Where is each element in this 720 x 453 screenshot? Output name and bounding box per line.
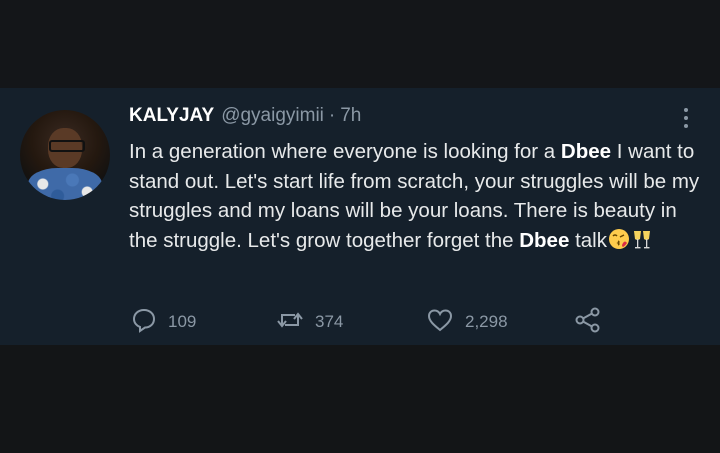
bottom-background: [0, 345, 720, 453]
display-name[interactable]: KALYJAY: [129, 105, 214, 127]
reply-icon: [131, 307, 157, 338]
header-separator: ·: [328, 105, 336, 126]
kiss-emoji-icon: [608, 228, 630, 259]
tweet-text-part: In a generation where everyone is lookin…: [129, 140, 561, 163]
more-options-icon[interactable]: [676, 104, 696, 132]
tweet-header: KALYJAY @gyaigyimii · 7h: [129, 105, 361, 131]
tweet-text-part: talk: [569, 228, 607, 252]
tweet-text-bold: Dbee: [519, 228, 570, 252]
avatar-glasses: [49, 140, 85, 152]
like-count: 2,298: [465, 312, 508, 331]
avatar-shirt: [28, 168, 102, 200]
tweet-text: In a generation where everyone is lookin…: [129, 137, 704, 258]
like-button[interactable]: 2,298: [426, 308, 508, 336]
tweet-timestamp[interactable]: 7h: [340, 105, 361, 127]
clinking-glasses-icon: [631, 228, 653, 259]
avatar[interactable]: [20, 110, 110, 200]
user-handle[interactable]: @gyaigyimii: [221, 105, 324, 127]
reply-count: 109: [168, 312, 197, 331]
retweet-icon: [276, 307, 304, 338]
share-button[interactable]: [574, 306, 602, 339]
tweet-text-bold: Dbee: [560, 140, 612, 163]
retweet-count: 374: [315, 312, 344, 331]
like-icon: [426, 307, 454, 338]
top-background: [0, 0, 720, 88]
share-icon: [574, 306, 602, 339]
reply-button[interactable]: 109: [131, 308, 196, 336]
retweet-button[interactable]: 374: [276, 308, 343, 336]
